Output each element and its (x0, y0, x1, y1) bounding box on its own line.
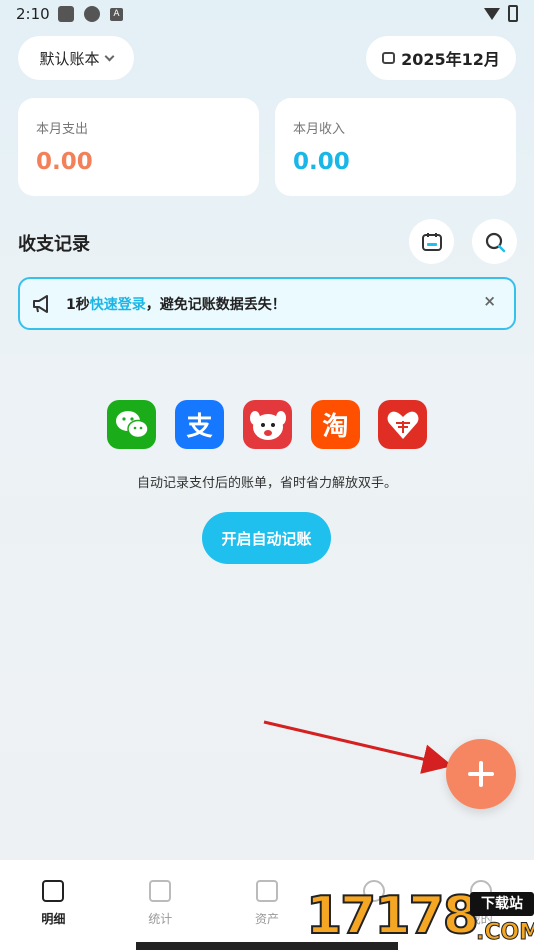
tab-statistics[interactable]: 统计 (107, 860, 214, 950)
wallet-icon (255, 880, 278, 902)
tab-statistics-label: 统计 (148, 912, 173, 926)
watermark-digits: 17178 (305, 885, 480, 947)
tab-assets-label: 资产 (254, 912, 279, 926)
site-watermark: 17178 下载站 .COM (305, 880, 534, 950)
add-record-button[interactable] (446, 739, 516, 809)
watermark-suffix: .COM (475, 920, 534, 946)
details-icon (42, 880, 65, 902)
annotation-arrow-icon (263, 720, 453, 774)
watermark-box: 下载站 (470, 892, 534, 916)
plus-icon (468, 761, 494, 787)
tab-details-label: 明细 (41, 912, 66, 926)
tab-details[interactable]: 明细 (0, 860, 107, 950)
chart-icon (149, 880, 172, 902)
tab-assets[interactable]: 资产 (214, 860, 321, 950)
